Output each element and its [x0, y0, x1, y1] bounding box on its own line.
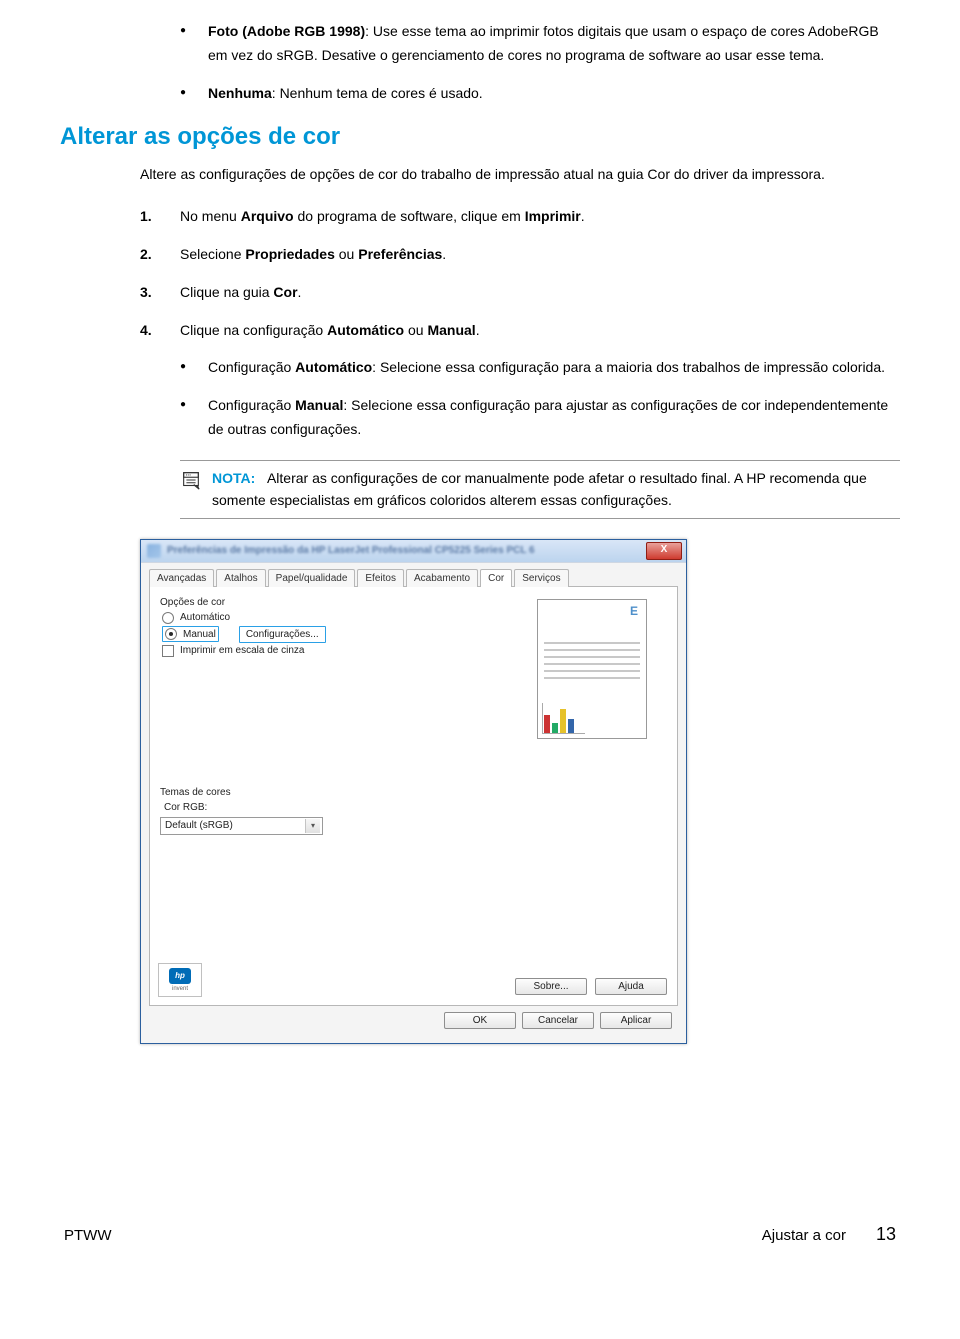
radio-label: Manual — [183, 629, 216, 640]
section-heading: Alterar as opções de cor — [60, 123, 900, 151]
radio-label: Automático — [180, 612, 230, 623]
tab-efeitos[interactable]: Efeitos — [357, 569, 404, 587]
configurations-button[interactable]: Configurações... — [242, 628, 323, 641]
dialog-titlebar: Preferências de Impressão da HP LaserJet… — [141, 540, 686, 562]
dialog-footer: OK Cancelar Aplicar — [149, 1006, 678, 1035]
note-label: NOTA: — [212, 470, 255, 486]
field-label: Cor RGB: — [164, 802, 667, 813]
printer-icon — [147, 544, 161, 558]
tab-papel-qualidade[interactable]: Papel/qualidade — [268, 569, 356, 587]
radio-icon — [162, 612, 174, 624]
sub-bullet-list: Configuração Automático: Selecione essa … — [180, 356, 900, 441]
intro-paragraph: Altere as configurações de opções de cor… — [60, 163, 900, 187]
step-item: 2. Selecione Propriedades ou Preferência… — [140, 243, 900, 267]
dialog-tabs: Avançadas Atalhos Papel/qualidade Efeito… — [149, 569, 678, 587]
step-number: 1. — [140, 205, 152, 229]
tab-atalhos[interactable]: Atalhos — [216, 569, 265, 587]
checkbox-label: Imprimir em escala de cinza — [180, 645, 304, 656]
tab-cor[interactable]: Cor — [480, 569, 512, 587]
note-text: NOTA: Alterar as configurações de cor ma… — [212, 467, 900, 512]
apply-button[interactable]: Aplicar — [600, 1012, 672, 1029]
tab-servicos[interactable]: Serviços — [514, 569, 568, 587]
about-button[interactable]: Sobre... — [515, 978, 587, 995]
dialog-screenshot: Preferências de Impressão da HP LaserJet… — [140, 539, 900, 1044]
step-item: 1. No menu Arquivo do programa de softwa… — [140, 205, 900, 229]
group-title: Temas de cores — [160, 787, 667, 798]
group-temas-cores: Temas de cores Cor RGB: Default (sRGB) ▾ — [160, 787, 667, 835]
bullet-item: Foto (Adobe RGB 1998): Use esse tema ao … — [180, 20, 900, 68]
page-number: 13 — [876, 1224, 896, 1245]
bullet-text: : Nenhum tema de cores é usado. — [272, 85, 483, 101]
footer-left: PTWW — [64, 1227, 111, 1244]
help-button[interactable]: Ajuda — [595, 978, 667, 995]
tab-panel-cor: Opções de cor Automático Manual Config — [149, 586, 678, 1006]
preview-lines — [542, 637, 642, 684]
bullet-item: Nenhuma: Nenhum tema de cores é usado. — [180, 82, 900, 106]
footer-section: Ajustar a cor — [762, 1227, 846, 1244]
preview-chart-icon — [542, 703, 585, 734]
chevron-down-icon: ▾ — [305, 819, 320, 833]
ok-button[interactable]: OK — [444, 1012, 516, 1029]
note-box: NOTA: Alterar as configurações de cor ma… — [180, 460, 900, 519]
bullet-bold: Nenhuma — [208, 85, 272, 101]
tab-avancadas[interactable]: Avançadas — [149, 569, 214, 587]
numbered-steps: 1. No menu Arquivo do programa de softwa… — [60, 205, 900, 442]
step-item: 4. Clique na configuração Automático ou … — [140, 319, 900, 442]
rgb-select[interactable]: Default (sRGB) ▾ — [160, 817, 323, 835]
preview-letter: E — [542, 604, 642, 618]
top-bullet-list: Foto (Adobe RGB 1998): Use esse tema ao … — [60, 20, 900, 105]
dialog-title: Preferências de Impressão da HP LaserJet… — [167, 545, 535, 556]
close-button[interactable]: X — [646, 542, 682, 560]
step-item: 3. Clique na guia Cor. — [140, 281, 900, 305]
cancel-button[interactable]: Cancelar — [522, 1012, 594, 1029]
note-body: Alterar as configurações de cor manualme… — [212, 470, 867, 508]
checkbox-icon — [162, 645, 174, 657]
page-footer: PTWW Ajustar a cor 13 — [60, 1224, 900, 1245]
bullet-bold: Foto (Adobe RGB 1998) — [208, 23, 365, 39]
step-number: 3. — [140, 281, 152, 305]
hp-logo: hp invent — [158, 963, 202, 997]
select-value: Default (sRGB) — [165, 820, 233, 831]
step-number: 4. — [140, 319, 152, 343]
sub-bullet-item: Configuração Automático: Selecione essa … — [180, 356, 900, 380]
radio-icon — [165, 628, 177, 640]
page-preview: E — [537, 599, 647, 739]
sub-bullet-item: Configuração Manual: Selecione essa conf… — [180, 394, 900, 442]
tab-acabamento[interactable]: Acabamento — [406, 569, 478, 587]
step-number: 2. — [140, 243, 152, 267]
note-icon — [180, 467, 202, 494]
